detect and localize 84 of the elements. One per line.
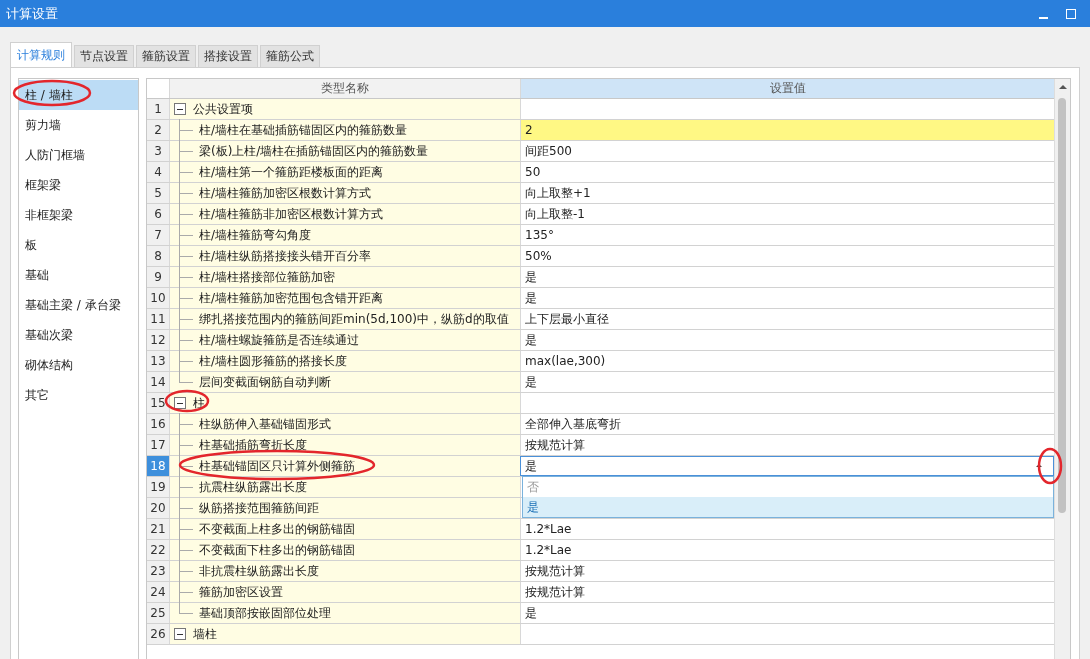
sidebar-item[interactable]: 框架梁 (19, 170, 138, 200)
row-number: 6 (147, 204, 169, 224)
column-header[interactable]: 设置值 (520, 79, 1054, 98)
sidebar-item[interactable]: 砌体结构 (19, 350, 138, 380)
setting-name: 柱/墙柱箍筋加密范围包含错开距离 (199, 289, 384, 307)
setting-name: 层间变截面钢筋自动判断 (199, 373, 331, 391)
highlight-ellipse (164, 389, 210, 413)
value-cell[interactable]: 2 (520, 120, 1054, 140)
setting-name: 梁(板)上柱/墙柱在插筋锚固区内的箍筋数量 (199, 142, 429, 160)
group-name: 墙柱 (193, 625, 217, 643)
scroll-up-icon[interactable] (1059, 85, 1067, 89)
row-number: 1 (147, 99, 169, 119)
scrollbar[interactable] (1054, 79, 1070, 659)
caret-icon[interactable] (1036, 464, 1042, 467)
sidebar-item[interactable]: 剪力墙 (19, 110, 138, 140)
row-number: 20 (147, 498, 169, 518)
setting-name: 柱/墙柱箍筋非加密区根数计算方式 (199, 205, 384, 223)
setting-name: 抗震柱纵筋露出长度 (199, 478, 307, 496)
row-number: 26 (147, 624, 169, 644)
setting-name: 柱/墙柱第一个箍筋距楼板面的距离 (199, 163, 384, 181)
collapse-icon[interactable] (174, 628, 186, 640)
setting-name: 柱基础锚固区只计算外侧箍筋 (199, 457, 355, 475)
setting-name: 柱基础插筋弯折长度 (199, 436, 307, 454)
column-header[interactable]: 类型名称 (169, 79, 520, 98)
row-number: 16 (147, 414, 169, 434)
setting-name: 不变截面下柱多出的钢筋锚固 (199, 541, 355, 559)
scrollbar-thumb[interactable] (1058, 98, 1066, 513)
row-number: 12 (147, 330, 169, 350)
setting-name: 纵筋搭接范围箍筋间距 (199, 499, 319, 517)
setting-name: 基础顶部按嵌固部位处理 (199, 604, 331, 622)
maximize-icon[interactable] (1066, 8, 1076, 19)
tab[interactable]: 搭接设置 (198, 45, 258, 67)
row-number: 10 (147, 288, 169, 308)
setting-name: 不变截面上柱多出的钢筋锚固 (199, 520, 355, 538)
row-number: 3 (147, 141, 169, 161)
row-number: 5 (147, 183, 169, 203)
setting-name: 柱纵筋伸入基础锚固形式 (199, 415, 331, 433)
dropdown-option[interactable]: 是 (523, 497, 1053, 517)
row-number: 23 (147, 561, 169, 581)
setting-name: 绑扎搭接范围内的箍筋间距min(5d,100)中，纵筋d的取值 (199, 310, 509, 328)
setting-name: 箍筋加密区设置 (199, 583, 283, 601)
setting-name: 柱/墙柱在基础插筋锚固区内的箍筋数量 (199, 121, 408, 139)
sidebar-item[interactable]: 柱 / 墙柱 (19, 80, 138, 110)
row-number: 13 (147, 351, 169, 371)
setting-name: 柱/墙柱箍筋弯勾角度 (199, 226, 312, 244)
setting-name: 柱/墙柱螺旋箍筋是否连续通过 (199, 331, 360, 349)
sidebar-item[interactable]: 基础次梁 (19, 320, 138, 350)
group-name: 公共设置项 (193, 100, 253, 118)
sidebar-item[interactable]: 基础 (19, 260, 138, 290)
row-number: 11 (147, 309, 169, 329)
highlight-ellipse (1037, 447, 1063, 485)
setting-name: 非抗震柱纵筋露出长度 (199, 562, 319, 580)
setting-name: 柱/墙柱箍筋加密区根数计算方式 (199, 184, 372, 202)
row-number: 9 (147, 267, 169, 287)
collapse-icon[interactable] (174, 103, 186, 115)
minimize-icon[interactable] (1039, 16, 1048, 19)
row-number: 22 (147, 540, 169, 560)
setting-name: 柱/墙柱搭接部位箍筋加密 (199, 268, 336, 286)
row-number: 18 (147, 456, 169, 476)
sidebar-item[interactable]: 人防门框墙 (19, 140, 138, 170)
row-number: 14 (147, 372, 169, 392)
row-number: 7 (147, 225, 169, 245)
tab[interactable]: 节点设置 (74, 45, 134, 67)
group-name: 柱 (193, 394, 205, 412)
collapse-icon[interactable] (174, 397, 186, 409)
tab[interactable]: 箍筋设置 (136, 45, 196, 67)
row-number: 8 (147, 246, 169, 266)
sidebar-item[interactable]: 非框架梁 (19, 200, 138, 230)
row-number: 17 (147, 435, 169, 455)
row-number: 25 (147, 603, 169, 623)
setting-name: 柱/墙柱纵筋搭接接头错开百分率 (199, 247, 372, 265)
row-number: 19 (147, 477, 169, 497)
window-title: 计算设置 (6, 4, 58, 23)
tab[interactable]: 计算规则 (10, 42, 72, 67)
row-number: 4 (147, 162, 169, 182)
row-number: 24 (147, 582, 169, 602)
setting-name: 柱/墙柱圆形箍筋的搭接长度 (199, 352, 348, 370)
row-number: 21 (147, 519, 169, 539)
row-number: 2 (147, 120, 169, 140)
sidebar-item[interactable]: 板 (19, 230, 138, 260)
sidebar-item[interactable]: 其它 (19, 380, 138, 410)
tab[interactable]: 箍筋公式 (260, 45, 320, 67)
sidebar-item[interactable]: 基础主梁 / 承台梁 (19, 290, 138, 320)
row-number: 15 (147, 393, 169, 413)
